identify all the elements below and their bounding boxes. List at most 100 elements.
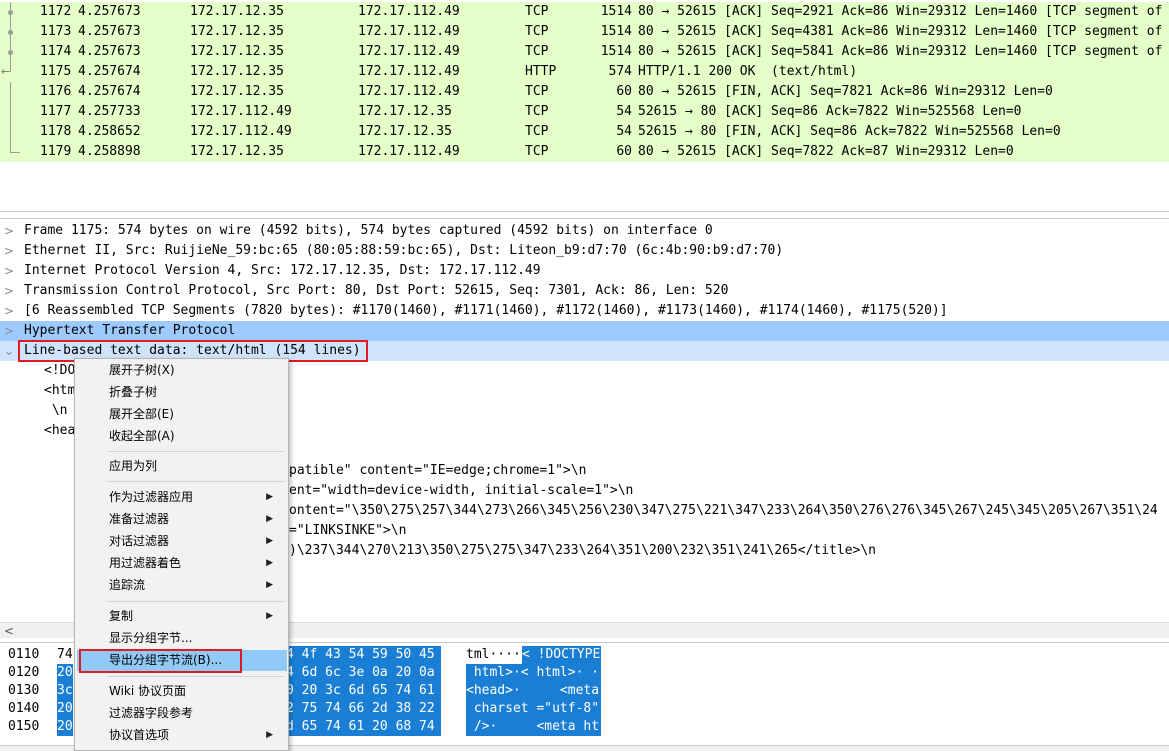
packet-source: 172.17.112.49 bbox=[190, 124, 292, 139]
byte-ascii-selected: html>·< html>· · bbox=[466, 664, 601, 682]
packet-row[interactable]: 1177 4.257733 172.17.112.49 172.17.12.35… bbox=[0, 102, 1169, 122]
menu-item-label: 准备过滤器 bbox=[109, 512, 170, 526]
collapse-arrow-icon[interactable]: ⌄ bbox=[4, 341, 18, 361]
packet-list-pane[interactable]: 1172 4.257673 172.17.12.35 172.17.112.49… bbox=[0, 0, 1169, 212]
expand-arrow-icon[interactable]: > bbox=[4, 281, 18, 301]
packet-destination: 172.17.112.49 bbox=[358, 44, 460, 59]
byte-offset: 0140 bbox=[8, 701, 40, 716]
menu-item-collapse-all[interactable]: 收起全部(A) bbox=[77, 426, 287, 447]
packet-protocol: HTTP bbox=[525, 64, 557, 79]
expand-arrow-icon[interactable]: > bbox=[4, 221, 18, 241]
packet-destination: 172.17.112.49 bbox=[358, 4, 460, 19]
packet-row[interactable]: 1173 4.257673 172.17.12.35 172.17.112.49… bbox=[0, 22, 1169, 42]
highlight-box bbox=[79, 649, 242, 673]
byte-offset: 0150 bbox=[8, 719, 40, 734]
packet-source: 172.17.112.49 bbox=[190, 104, 292, 119]
byte-hex: 4 6d 6c 3e 0a 20 0a bbox=[286, 664, 441, 682]
menu-item-label: 折叠子树 bbox=[109, 385, 158, 399]
packet-length: 60 bbox=[616, 84, 632, 99]
tree-item-tcp[interactable]: > Transmission Control Protocol, Src Por… bbox=[0, 281, 1169, 301]
byte-hex: 20 bbox=[57, 664, 73, 682]
tree-item-label: [6 Reassembled TCP Segments (7820 bytes)… bbox=[24, 303, 948, 318]
packet-time: 4.257673 bbox=[78, 4, 141, 19]
packet-length: 54 bbox=[616, 104, 632, 119]
packet-source: 172.17.12.35 bbox=[190, 44, 284, 59]
packet-info: 52615 → 80 [ACK] Seq=86 Ack=7822 Win=525… bbox=[638, 104, 1022, 119]
html-line[interactable]: <hea bbox=[44, 421, 75, 441]
submenu-arrow-icon: ▶ bbox=[266, 536, 273, 546]
menu-item-label: 用过滤器着色 bbox=[109, 556, 182, 570]
menu-item-prepare-filter[interactable]: 准备过滤器 ▶ bbox=[77, 509, 287, 530]
packet-number: 1173 bbox=[40, 24, 72, 39]
packet-row[interactable]: 1172 4.257673 172.17.12.35 172.17.112.49… bbox=[0, 2, 1169, 22]
packet-row-current[interactable]: ← 1175 4.257674 172.17.12.35 172.17.112.… bbox=[0, 62, 1169, 82]
expand-arrow-icon[interactable]: > bbox=[4, 261, 18, 281]
byte-row[interactable]: 0120 20 4 6d 6c 3e 0a 20 0a html>·< html… bbox=[0, 664, 601, 682]
menu-item-filter-field-reference[interactable]: 过滤器字段参考 bbox=[77, 703, 287, 724]
byte-ascii-selected: < !DOCTYPE bbox=[522, 646, 601, 664]
scroll-left-icon[interactable]: < bbox=[4, 624, 14, 638]
html-line[interactable]: )\237\344\270\213\350\275\275\347\233\26… bbox=[289, 541, 876, 561]
html-line[interactable]: ="LINKSINKE">\n bbox=[289, 521, 406, 541]
tree-item-http[interactable]: > Hypertext Transfer Protocol bbox=[0, 321, 1169, 341]
byte-hex: 3c bbox=[57, 682, 73, 700]
html-line[interactable]: patible" content="IE=edge;chrome=1">\n bbox=[289, 461, 586, 481]
menu-item-label: 应用为列 bbox=[109, 459, 158, 473]
menu-item-apply-as-filter[interactable]: 作为过滤器应用 ▶ bbox=[77, 487, 287, 508]
menu-item-apply-as-column[interactable]: 应用为列 bbox=[77, 456, 287, 477]
menu-item-conversation-filter[interactable]: 对话过滤器 ▶ bbox=[77, 531, 287, 552]
menu-item-expand-subtree[interactable]: 展开子树(X) bbox=[77, 360, 287, 381]
menu-item-collapse-subtree[interactable]: 折叠子树 bbox=[77, 382, 287, 403]
byte-row[interactable]: 0110 74 4 4f 43 54 59 50 45 tml···· < !DO… bbox=[0, 646, 601, 664]
html-line[interactable]: ontent="\350\275\257\344\273\266\345\256… bbox=[289, 501, 1158, 521]
related-packet-marker bbox=[0, 122, 24, 142]
packet-length: 574 bbox=[608, 64, 632, 79]
menu-item-follow-stream[interactable]: 追踪流 ▶ bbox=[77, 575, 287, 596]
byte-hex: d 65 74 61 20 68 74 bbox=[286, 718, 441, 736]
menu-item-expand-all[interactable]: 展开全部(E) bbox=[77, 404, 287, 425]
menu-item-label: 过滤器字段参考 bbox=[109, 706, 194, 720]
context-menu[interactable]: 展开子树(X) 折叠子树 展开全部(E) 收起全部(A) 应用为列 作为过滤器应… bbox=[74, 358, 289, 751]
html-line[interactable]: <htm bbox=[44, 381, 75, 401]
packet-info: 80 → 52615 [ACK] Seq=2921 Ack=86 Win=293… bbox=[638, 4, 1163, 19]
expand-arrow-icon[interactable]: > bbox=[4, 321, 18, 341]
packet-source: 172.17.12.35 bbox=[190, 64, 284, 79]
tree-item-label: Internet Protocol Version 4, Src: 172.17… bbox=[24, 263, 541, 278]
expand-arrow-icon[interactable]: > bbox=[4, 301, 18, 321]
menu-item-copy[interactable]: 复制 ▶ bbox=[77, 606, 287, 627]
packet-protocol: TCP bbox=[525, 4, 549, 19]
tree-item-ethernet[interactable]: > Ethernet II, Src: RuijieNe_59:bc:65 (8… bbox=[0, 241, 1169, 261]
menu-item-label: 协议首选项 bbox=[109, 728, 170, 742]
expand-arrow-icon[interactable]: > bbox=[4, 241, 18, 261]
packet-row[interactable]: 1176 4.257674 172.17.12.35 172.17.112.49… bbox=[0, 82, 1169, 102]
html-line[interactable]: <!DO bbox=[44, 361, 75, 381]
related-packet-marker bbox=[0, 82, 24, 102]
packet-destination: 172.17.112.49 bbox=[358, 144, 460, 159]
packet-protocol: TCP bbox=[525, 84, 549, 99]
menu-item-label: 作为过滤器应用 bbox=[109, 490, 194, 504]
packet-row[interactable]: 1178 4.258652 172.17.112.49 172.17.12.35… bbox=[0, 122, 1169, 142]
byte-row[interactable]: 0150 20 d 65 74 61 20 68 74 />· <meta ht bbox=[0, 718, 601, 736]
byte-ascii-selected: charset ="utf-8" bbox=[466, 700, 601, 718]
menu-item-colorize-with-filter[interactable]: 用过滤器着色 ▶ bbox=[77, 553, 287, 574]
packet-time: 4.258652 bbox=[78, 124, 141, 139]
packet-row[interactable]: 1174 4.257673 172.17.12.35 172.17.112.49… bbox=[0, 42, 1169, 62]
byte-offset: 0130 bbox=[8, 683, 40, 698]
byte-row[interactable]: 0140 20 2 75 74 66 2d 38 22 charset ="ut… bbox=[0, 700, 601, 718]
related-packet-marker bbox=[0, 22, 24, 42]
menu-item-protocol-preferences[interactable]: 协议首选项 ▶ bbox=[77, 725, 287, 746]
html-line[interactable]: ent="width=device-width, initial-scale=1… bbox=[289, 481, 633, 501]
menu-item-wiki-protocol-page[interactable]: Wiki 协议页面 bbox=[77, 681, 287, 702]
packet-info: 80 → 52615 [ACK] Seq=5841 Ack=86 Win=293… bbox=[638, 44, 1163, 59]
tree-item-reassembled[interactable]: > [6 Reassembled TCP Segments (7820 byte… bbox=[0, 301, 1169, 321]
tree-item-frame[interactable]: > Frame 1175: 574 bytes on wire (4592 bi… bbox=[0, 221, 1169, 241]
packet-info: 80 → 52615 [ACK] Seq=4381 Ack=86 Win=293… bbox=[638, 24, 1163, 39]
menu-item-show-packet-bytes[interactable]: 显示分组字节... bbox=[77, 628, 287, 649]
packet-row[interactable]: 1179 4.258898 172.17.12.35 172.17.112.49… bbox=[0, 142, 1169, 162]
html-line[interactable]: \n bbox=[44, 401, 68, 421]
tree-item-ipv4[interactable]: > Internet Protocol Version 4, Src: 172.… bbox=[0, 261, 1169, 281]
byte-row[interactable]: 0130 3c 0 20 3c 6d 65 74 61 <head>· <met… bbox=[0, 682, 601, 700]
byte-hex: 20 bbox=[57, 700, 73, 718]
submenu-arrow-icon: ▶ bbox=[266, 611, 273, 621]
packet-info: 80 → 52615 [ACK] Seq=7822 Ack=87 Win=293… bbox=[638, 144, 1014, 159]
